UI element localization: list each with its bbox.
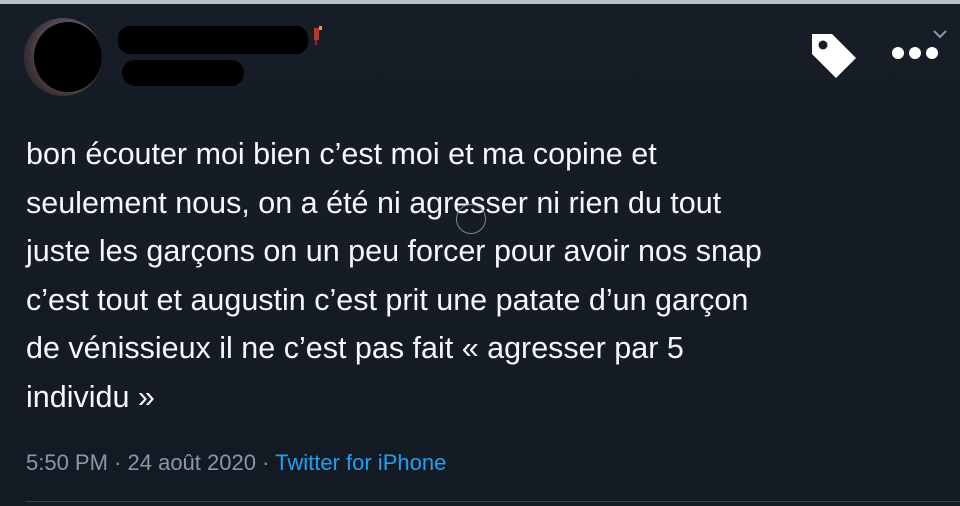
tag-icon[interactable] bbox=[806, 28, 862, 80]
tweet-text-line: bon écouter moi bien c’est moi et ma cop… bbox=[26, 137, 657, 171]
name-flair-icon bbox=[314, 26, 322, 45]
tweet-meta: 5:50 PM · 24 août 2020 · Twitter for iPh… bbox=[26, 450, 446, 476]
handle-redaction bbox=[122, 60, 244, 86]
tweet-text-line: seulement nous, on a été ni agresser ni … bbox=[26, 185, 722, 220]
divider bbox=[26, 501, 960, 502]
avatar[interactable] bbox=[24, 18, 102, 96]
more-options-icon[interactable] bbox=[890, 40, 944, 64]
tweet-text: bon écouter moi bien c’est moi et ma cop… bbox=[26, 130, 946, 421]
tweet-time[interactable]: 5:50 PM bbox=[26, 450, 108, 475]
meta-separator: · bbox=[107, 450, 128, 475]
tweet-text-line: c’est tout et augustin c’est prit une pa… bbox=[26, 282, 749, 317]
tweet-source-link[interactable]: Twitter for iPhone bbox=[275, 450, 446, 475]
chevron-down-icon[interactable] bbox=[932, 28, 948, 40]
meta-separator: · bbox=[255, 450, 276, 475]
tweet-date[interactable]: 24 août 2020 bbox=[128, 450, 256, 475]
avatar-redaction bbox=[34, 22, 102, 92]
tweet-text-line: individu » bbox=[26, 379, 155, 414]
tweet-card: bon écouter moi bien c’est moi et ma cop… bbox=[0, 4, 960, 506]
display-name-redaction bbox=[118, 26, 308, 54]
tweet-text-line: juste les garçons on un peu forcer pour … bbox=[26, 234, 762, 268]
tweet-text-line: de vénissieux il ne c’est pas fait « agr… bbox=[26, 331, 684, 365]
touch-indicator-circle bbox=[456, 204, 486, 234]
